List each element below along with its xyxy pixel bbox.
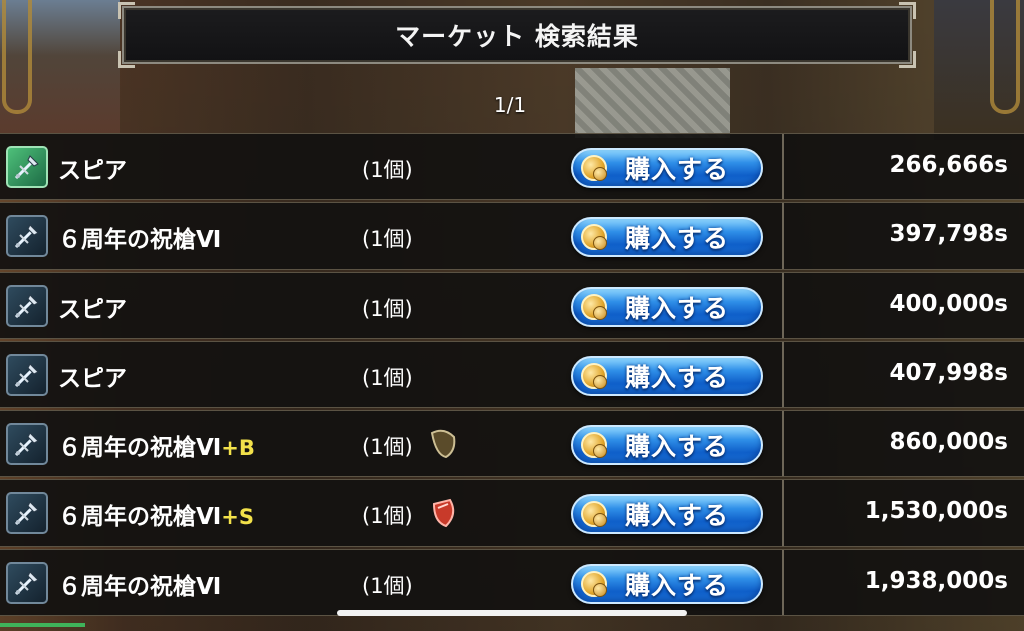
spear-icon	[6, 561, 48, 604]
buy-button[interactable]: 購入する	[571, 148, 763, 188]
buy-button[interactable]: 購入する	[571, 425, 763, 466]
buy-button-label: 購入する	[625, 362, 730, 392]
home-indicator[interactable]	[337, 610, 687, 616]
buy-button-label: 購入する	[625, 293, 730, 323]
coin-icon	[581, 155, 607, 181]
item-price: 266,666s	[889, 152, 1008, 178]
buy-button[interactable]: 購入する	[571, 286, 763, 327]
item-quantity: (1個)	[362, 227, 413, 252]
item-name: スピア	[58, 365, 127, 392]
item-price: 1,938,000s	[864, 567, 1008, 594]
spear-icon	[6, 146, 48, 188]
buy-button[interactable]: 購入する	[571, 355, 763, 396]
page-indicator: 1/1	[493, 93, 527, 117]
item-name: ６周年の祝槍Ⅵ+S	[58, 504, 255, 531]
listing-row[interactable]: ６周年の祝槍Ⅵ (1個) 購入する 397,798s	[0, 202, 1024, 270]
item-price: 407,998s	[889, 359, 1008, 386]
column-divider	[782, 272, 784, 338]
item-quantity: (1個)	[362, 435, 413, 460]
column-divider	[782, 480, 784, 546]
buy-button[interactable]: 購入する	[571, 217, 763, 258]
coin-icon	[581, 432, 607, 459]
buy-button-label: 購入する	[625, 501, 730, 531]
listing-row[interactable]: スピア (1個) 購入する 266,666s	[0, 133, 1024, 201]
listing-list: スピア (1個) 購入する 266,666s ６周年の祝槍Ⅵ (1個) 購入する…	[0, 133, 1024, 618]
item-enhance-suffix: +S	[221, 505, 255, 530]
buy-button-label: 購入する	[625, 570, 730, 600]
progress-strip	[0, 623, 85, 627]
spear-icon	[6, 284, 48, 327]
item-price: 1,530,000s	[864, 498, 1008, 525]
coin-icon	[581, 362, 607, 389]
spear-icon	[6, 353, 48, 396]
background-notice-board	[575, 68, 730, 138]
listing-row[interactable]: ６周年の祝槍Ⅵ (1個) 購入する 1,938,000s	[0, 548, 1024, 616]
item-quantity: (1個)	[362, 504, 413, 529]
column-divider	[782, 341, 784, 408]
item-name: ６周年の祝槍Ⅵ	[58, 573, 222, 600]
item-enhance-suffix: +B	[221, 436, 255, 461]
listing-row[interactable]: ６周年の祝槍Ⅵ+B (1個) 購入する 860,000s	[0, 410, 1024, 478]
buy-button[interactable]: 購入する	[571, 563, 763, 604]
item-price: 400,000s	[889, 290, 1008, 317]
column-divider	[782, 549, 784, 615]
buy-button[interactable]: 購入する	[571, 494, 763, 535]
item-quantity: (1個)	[362, 296, 413, 321]
column-divider	[782, 411, 784, 477]
item-price: 397,798s	[889, 221, 1008, 248]
ornament-right-icon	[990, 0, 1020, 114]
item-quantity: (1個)	[362, 365, 413, 390]
brown-gem-icon	[428, 427, 458, 461]
item-name: ６周年の祝槍Ⅵ	[58, 227, 222, 254]
item-name: スピア	[58, 158, 127, 184]
item-name: ６周年の祝槍Ⅵ+B	[58, 435, 255, 462]
item-quantity: (1個)	[362, 158, 413, 182]
column-divider	[782, 203, 784, 269]
coin-icon	[581, 570, 607, 597]
coin-icon	[581, 293, 607, 320]
item-price: 860,000s	[889, 429, 1008, 456]
spear-icon	[6, 423, 48, 466]
buy-button-label: 購入する	[625, 224, 730, 254]
ornament-left-icon	[2, 0, 32, 114]
column-divider	[782, 134, 784, 200]
listing-row[interactable]: スピア (1個) 購入する 400,000s	[0, 271, 1024, 339]
coin-icon	[581, 224, 607, 251]
buy-button-label: 購入する	[625, 432, 730, 462]
listing-row[interactable]: スピア (1個) 購入する 407,998s	[0, 340, 1024, 409]
spear-icon	[6, 215, 48, 258]
header-panel: マーケット 検索結果	[118, 2, 916, 68]
page-title: マーケット 検索結果	[395, 22, 639, 51]
red-gem-icon	[428, 496, 458, 530]
listing-row[interactable]: ６周年の祝槍Ⅵ+S (1個) 購入する 1,530,000s	[0, 479, 1024, 547]
item-name: スピア	[58, 296, 127, 323]
coin-icon	[581, 501, 607, 528]
spear-icon	[6, 492, 48, 535]
item-quantity: (1個)	[362, 573, 413, 598]
buy-button-label: 購入する	[625, 155, 730, 184]
